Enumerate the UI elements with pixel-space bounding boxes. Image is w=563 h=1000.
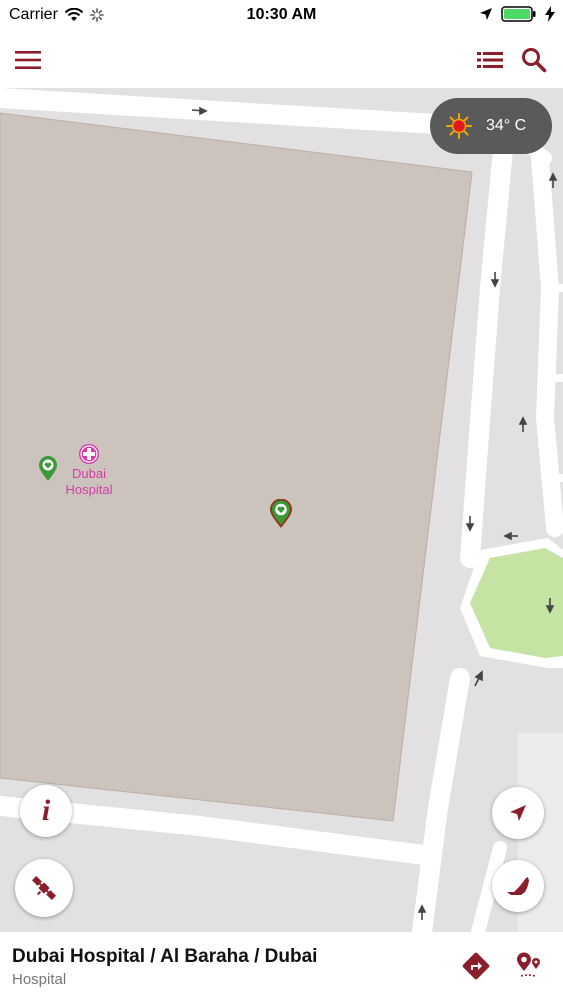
uae-map-icon <box>507 877 529 895</box>
search-button[interactable] <box>514 40 554 80</box>
route-pins-icon <box>517 952 540 977</box>
place-category: Hospital <box>12 971 67 988</box>
menu-button[interactable] <box>8 40 48 80</box>
list-icon <box>477 52 503 68</box>
route-pins-button[interactable] <box>508 946 548 986</box>
hamburger-menu-icon <box>15 51 41 69</box>
sun-icon <box>446 113 472 139</box>
selected-map-pin-icon[interactable] <box>269 499 293 529</box>
status-right <box>479 5 555 23</box>
search-icon <box>522 48 547 73</box>
map-view[interactable] <box>0 88 563 932</box>
satellite-view-button[interactable] <box>15 859 73 917</box>
nav-bar <box>0 30 563 88</box>
place-title: Dubai Hospital / Al Baraha / Dubai <box>12 946 318 967</box>
temperature-label: 34° C <box>486 117 527 134</box>
poi-label: Dubai Hospital <box>65 466 113 497</box>
charging-bolt-icon <box>545 6 555 22</box>
navigation-arrow-icon <box>510 805 526 821</box>
directions-button[interactable] <box>456 946 496 986</box>
place-info-bar[interactable]: Dubai Hospital / Al Baraha / Dubai Hospi… <box>0 932 563 1000</box>
location-arrow-icon <box>480 8 492 20</box>
info-button[interactable]: i <box>20 785 72 837</box>
directions-icon <box>462 952 490 980</box>
status-bar: Carrier 10:30 AM <box>0 0 563 30</box>
list-view-button[interactable] <box>470 40 510 80</box>
battery-icon <box>501 6 536 22</box>
satellite-icon <box>31 875 57 901</box>
info-icon: i <box>41 794 51 827</box>
hospital-cross-icon[interactable] <box>78 443 100 465</box>
my-location-button[interactable] <box>492 787 544 839</box>
weather-widget[interactable]: 34° C <box>430 98 552 154</box>
uae-map-button[interactable] <box>492 860 544 912</box>
